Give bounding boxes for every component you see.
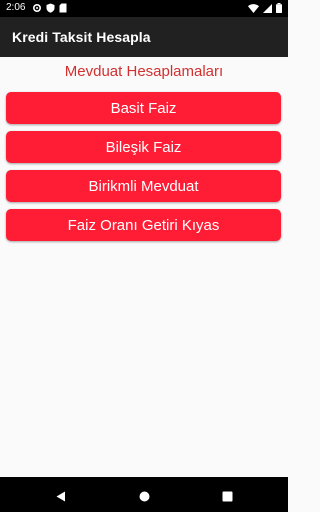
signal-icon	[263, 3, 272, 16]
basit-faiz-button[interactable]: Basit Faiz	[6, 92, 281, 124]
bilesik-faiz-button[interactable]: Bileşik Faiz	[6, 131, 281, 163]
sd-card-icon	[59, 3, 67, 16]
app-screen: 2:06 Kredi Taksit Hesapla Mevduat Hesapl…	[0, 0, 288, 512]
settings-icon	[32, 3, 42, 16]
recents-icon[interactable]	[222, 489, 233, 507]
status-icons-left	[32, 3, 67, 16]
status-bar: 2:06	[0, 0, 288, 17]
shield-icon	[46, 3, 55, 16]
status-time: 2:06	[6, 2, 26, 13]
faiz-orani-getiri-kiyas-button[interactable]: Faiz Oranı Getiri Kıyas	[6, 209, 281, 241]
navigation-bar	[0, 477, 288, 512]
section-title: Mevduat Hesaplamaları	[64, 63, 224, 80]
main-content: Mevduat Hesaplamaları Basit Faiz Bileşik…	[0, 57, 288, 477]
app-bar: Kredi Taksit Hesapla	[0, 17, 288, 57]
birikimli-mevduat-button[interactable]: Birikmli Mevduat	[6, 170, 281, 202]
home-icon[interactable]	[139, 489, 150, 507]
app-title: Kredi Taksit Hesapla	[12, 29, 151, 45]
status-icons-right	[248, 3, 282, 16]
back-icon[interactable]	[56, 489, 66, 507]
battery-icon	[276, 3, 282, 16]
wifi-icon	[248, 3, 259, 16]
